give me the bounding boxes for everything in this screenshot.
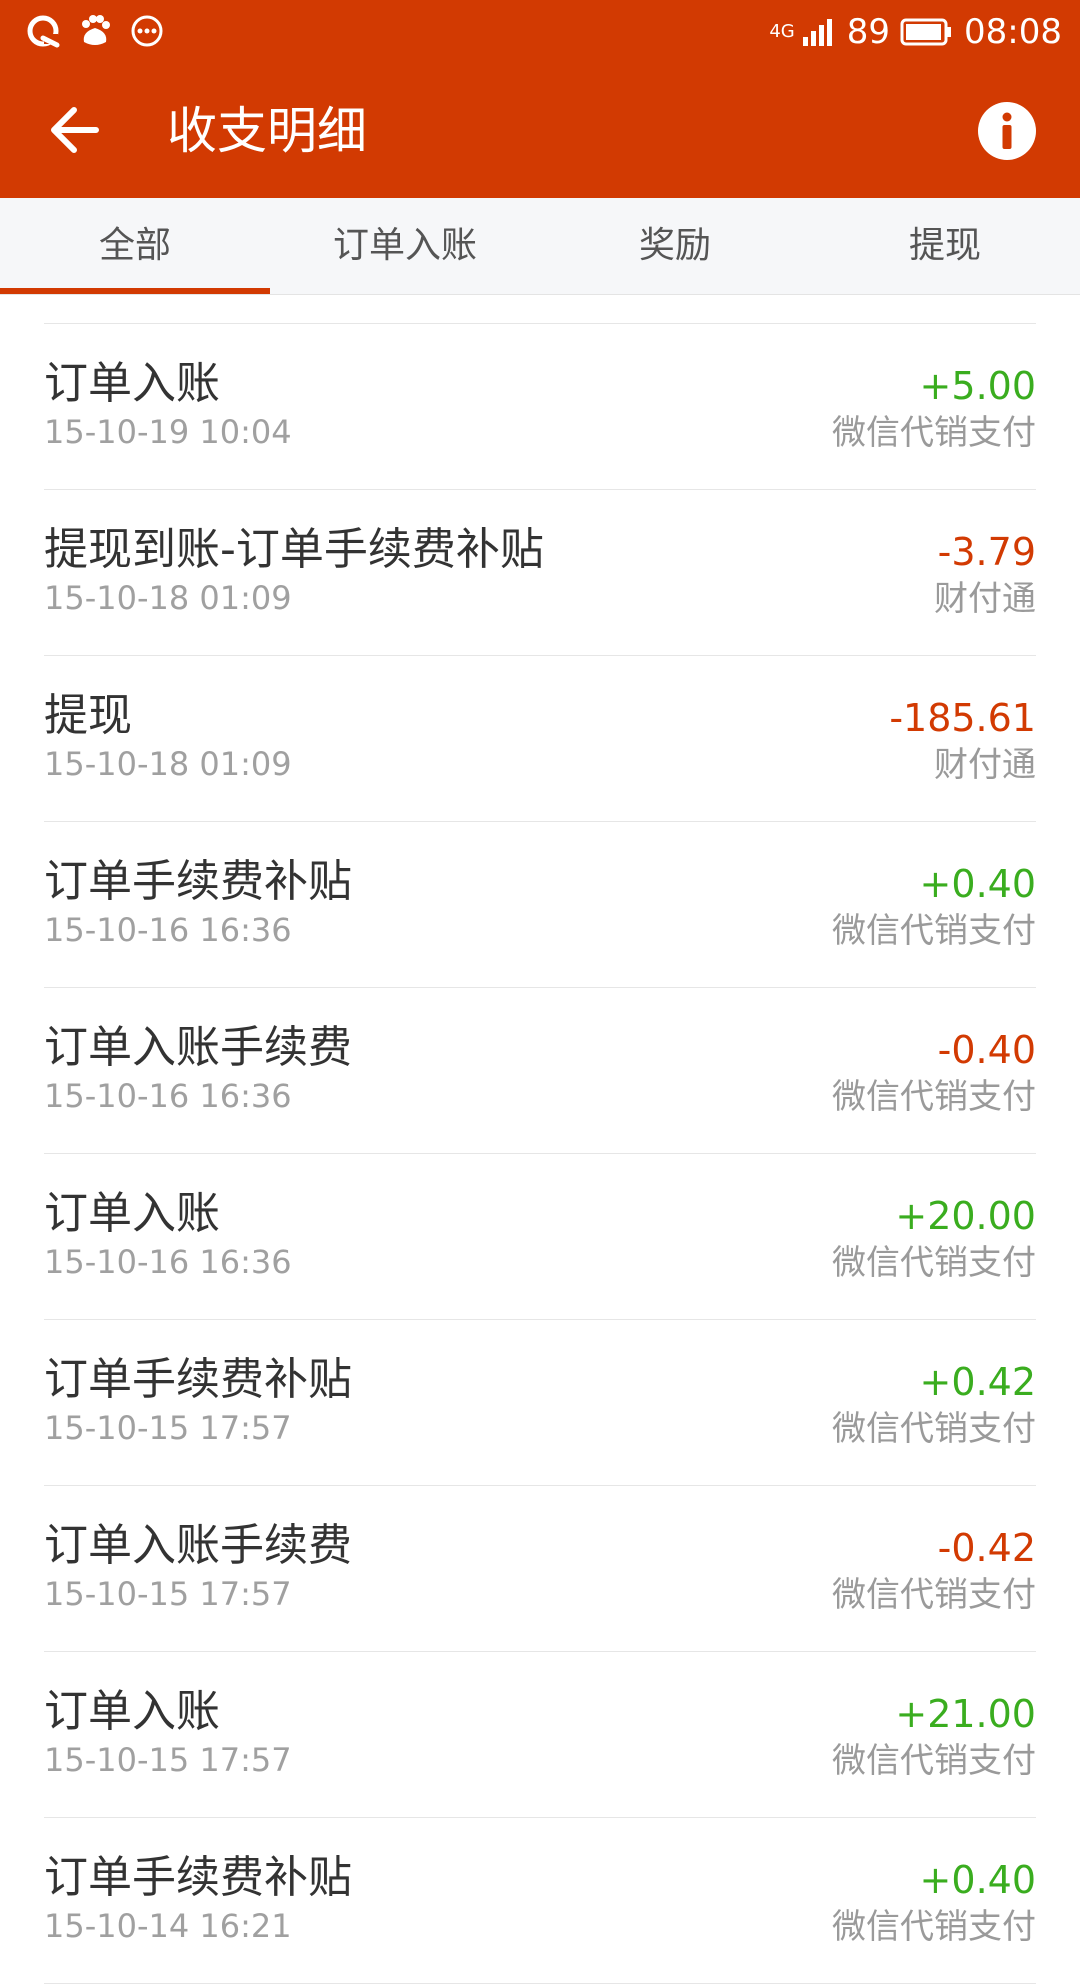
transaction-list: 订单入账 15-10-19 10:04 +5.00 微信代销支付 提现到账-订单手续费补… — [44, 323, 1036, 1984]
payment-channel: 微信代销支付 — [832, 413, 1036, 453]
battery-level: 89 — [846, 12, 891, 52]
active-tab-indicator — [0, 288, 270, 294]
list-item[interactable]: 订单手续费补贴 15-10-14 16:21 +0.40 微信代销支付 — [44, 1818, 1036, 1984]
tab-rewards[interactable]: 奖励 — [540, 198, 810, 294]
tab-bar: 全部 订单入账 奖励 提现 — [0, 198, 1080, 295]
transaction-amount: +0.42 — [919, 1360, 1036, 1404]
transaction-time: 15-10-14 16:21 — [44, 1907, 292, 1945]
transaction-amount: -0.40 — [937, 1028, 1036, 1072]
transaction-title: 订单手续费补贴 — [44, 1852, 352, 1903]
list-item[interactable]: 订单手续费补贴 15-10-15 17:57 +0.42 微信代销支付 — [44, 1320, 1036, 1486]
notification-icons — [26, 14, 164, 48]
payment-channel: 微信代销支付 — [832, 1243, 1036, 1283]
tab-order-income[interactable]: 订单入账 — [270, 198, 540, 294]
system-status: 4G 89 08:08 — [769, 10, 1062, 54]
signal-icon — [802, 19, 832, 46]
transaction-amount: +20.00 — [895, 1194, 1036, 1238]
payment-channel: 微信代销支付 — [832, 1741, 1036, 1781]
payment-channel: 微信代销支付 — [832, 1077, 1036, 1117]
transaction-title: 订单手续费补贴 — [44, 1354, 352, 1405]
payment-channel: 微信代销支付 — [832, 1907, 1036, 1947]
transaction-title: 订单入账手续费 — [44, 1022, 352, 1073]
transaction-amount: -3.79 — [937, 530, 1036, 574]
transaction-time: 15-10-18 01:09 — [44, 579, 292, 617]
transaction-title: 订单入账 — [44, 1686, 220, 1737]
transaction-amount: +0.40 — [919, 862, 1036, 906]
payment-channel: 微信代销支付 — [832, 1409, 1036, 1449]
list-item[interactable]: 提现 15-10-18 01:09 -185.61 财付通 — [44, 656, 1036, 822]
list-item[interactable]: 订单入账手续费 15-10-16 16:36 -0.40 微信代销支付 — [44, 988, 1036, 1154]
transaction-title: 订单入账手续费 — [44, 1520, 352, 1571]
tab-all[interactable]: 全部 — [0, 198, 270, 294]
page-title: 收支明细 — [167, 102, 367, 160]
transaction-title: 订单入账 — [44, 358, 220, 409]
info-icon[interactable] — [976, 100, 1038, 162]
transaction-time: 15-10-16 16:36 — [44, 1243, 292, 1281]
transaction-time: 15-10-15 17:57 — [44, 1409, 292, 1447]
transaction-title: 订单手续费补贴 — [44, 856, 352, 907]
transaction-amount: +0.40 — [919, 1858, 1036, 1902]
transaction-time: 15-10-15 17:57 — [44, 1575, 292, 1613]
list-item[interactable]: 订单入账 15-10-16 16:36 +20.00 微信代销支付 — [44, 1154, 1036, 1320]
more-dots-icon — [131, 15, 163, 47]
transaction-amount: +5.00 — [919, 364, 1036, 408]
qq-icon — [27, 15, 60, 48]
transaction-time: 15-10-16 16:36 — [44, 911, 292, 949]
transaction-time: 15-10-15 17:57 — [44, 1741, 292, 1779]
clock: 08:08 — [964, 12, 1062, 52]
transaction-time: 15-10-18 01:09 — [44, 745, 292, 783]
list-item[interactable]: 提现到账-订单手续费补贴 15-10-18 01:09 -3.79 财付通 — [44, 490, 1036, 656]
list-item[interactable]: 订单入账 15-10-15 17:57 +21.00 微信代销支付 — [44, 1652, 1036, 1818]
app-bar: 收支明细 — [0, 64, 1080, 198]
network-type: 4G — [769, 21, 795, 42]
payment-channel: 微信代销支付 — [832, 911, 1036, 951]
status-bar: 4G 89 08:08 — [0, 0, 1080, 64]
tab-withdrawals[interactable]: 提现 — [810, 198, 1080, 294]
payment-channel: 微信代销支付 — [832, 1575, 1036, 1615]
transaction-amount: -0.42 — [937, 1526, 1036, 1570]
back-arrow-icon[interactable] — [40, 94, 112, 166]
battery-icon — [900, 18, 952, 46]
transaction-title: 提现到账-订单手续费补贴 — [44, 524, 544, 575]
transaction-time: 15-10-19 10:04 — [44, 413, 292, 451]
list-item[interactable]: 订单入账手续费 15-10-15 17:57 -0.42 微信代销支付 — [44, 1486, 1036, 1652]
list-item[interactable]: 订单手续费补贴 15-10-16 16:36 +0.40 微信代销支付 — [44, 822, 1036, 988]
transaction-time: 15-10-16 16:36 — [44, 1077, 292, 1115]
payment-channel: 财付通 — [934, 579, 1036, 619]
list-item[interactable]: 订单入账 15-10-19 10:04 +5.00 微信代销支付 — [44, 324, 1036, 490]
transaction-amount: -185.61 — [889, 696, 1036, 740]
payment-channel: 财付通 — [934, 745, 1036, 785]
baidu-icon — [82, 15, 110, 45]
transaction-title: 提现 — [44, 690, 132, 741]
transaction-amount: +21.00 — [895, 1692, 1036, 1736]
transaction-title: 订单入账 — [44, 1188, 220, 1239]
